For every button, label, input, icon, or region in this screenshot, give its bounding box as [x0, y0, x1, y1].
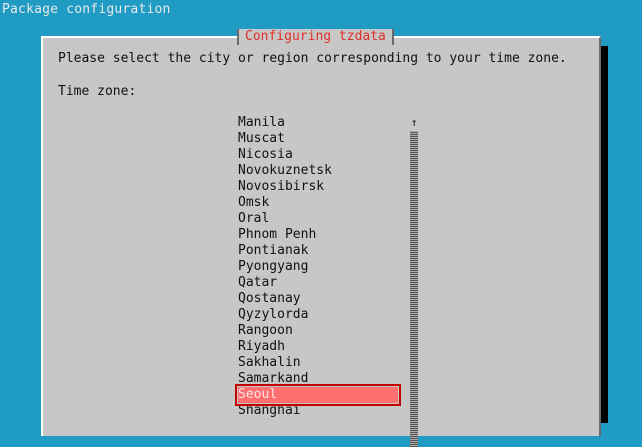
time-zone-option[interactable]: Shanghai — [238, 403, 398, 419]
time-zone-option[interactable]: Oral — [238, 211, 398, 227]
time-zone-option[interactable]: Omsk — [238, 195, 398, 211]
time-zone-option[interactable]: Pyongyang — [238, 259, 398, 275]
dialog-prompt: Please select the city or region corresp… — [58, 51, 567, 66]
time-zone-option[interactable]: Novokuznetsk — [238, 163, 398, 179]
time-zone-option-selected[interactable]: Seoul — [235, 384, 401, 406]
time-zone-option[interactable]: Manila — [238, 115, 398, 131]
time-zone-option[interactable]: Phnom Penh — [238, 227, 398, 243]
dialog-title: Configuring tzdata — [237, 29, 394, 45]
time-zone-option[interactable]: Riyadh — [238, 339, 398, 355]
time-zone-option[interactable]: Pontianak — [238, 243, 398, 259]
time-zone-option[interactable]: Rangoon — [238, 323, 398, 339]
time-zone-option[interactable]: Samarkand — [238, 371, 398, 387]
screen-title: Package configuration — [2, 2, 171, 17]
dialog-shadow — [601, 46, 608, 423]
time-zone-option[interactable]: Qatar — [238, 275, 398, 291]
scroll-up-arrow-icon[interactable]: ↑ — [410, 117, 418, 129]
time-zone-list[interactable]: Manila Muscat Nicosia Novokuznetsk Novos… — [235, 115, 401, 419]
time-zone-label: Time zone: — [58, 84, 137, 99]
time-zone-option[interactable]: Qostanay — [238, 291, 398, 307]
list-scrollbar[interactable]: ↑ — [410, 117, 418, 447]
time-zone-option[interactable]: Nicosia — [238, 147, 398, 163]
time-zone-option[interactable]: Novosibirsk — [238, 179, 398, 195]
time-zone-option[interactable]: Muscat — [238, 131, 398, 147]
scroll-track[interactable] — [410, 131, 418, 447]
time-zone-option[interactable]: Sakhalin — [238, 355, 398, 371]
time-zone-option[interactable]: Qyzylorda — [238, 307, 398, 323]
tzdata-dialog: Configuring tzdata Please select the cit… — [41, 29, 601, 447]
